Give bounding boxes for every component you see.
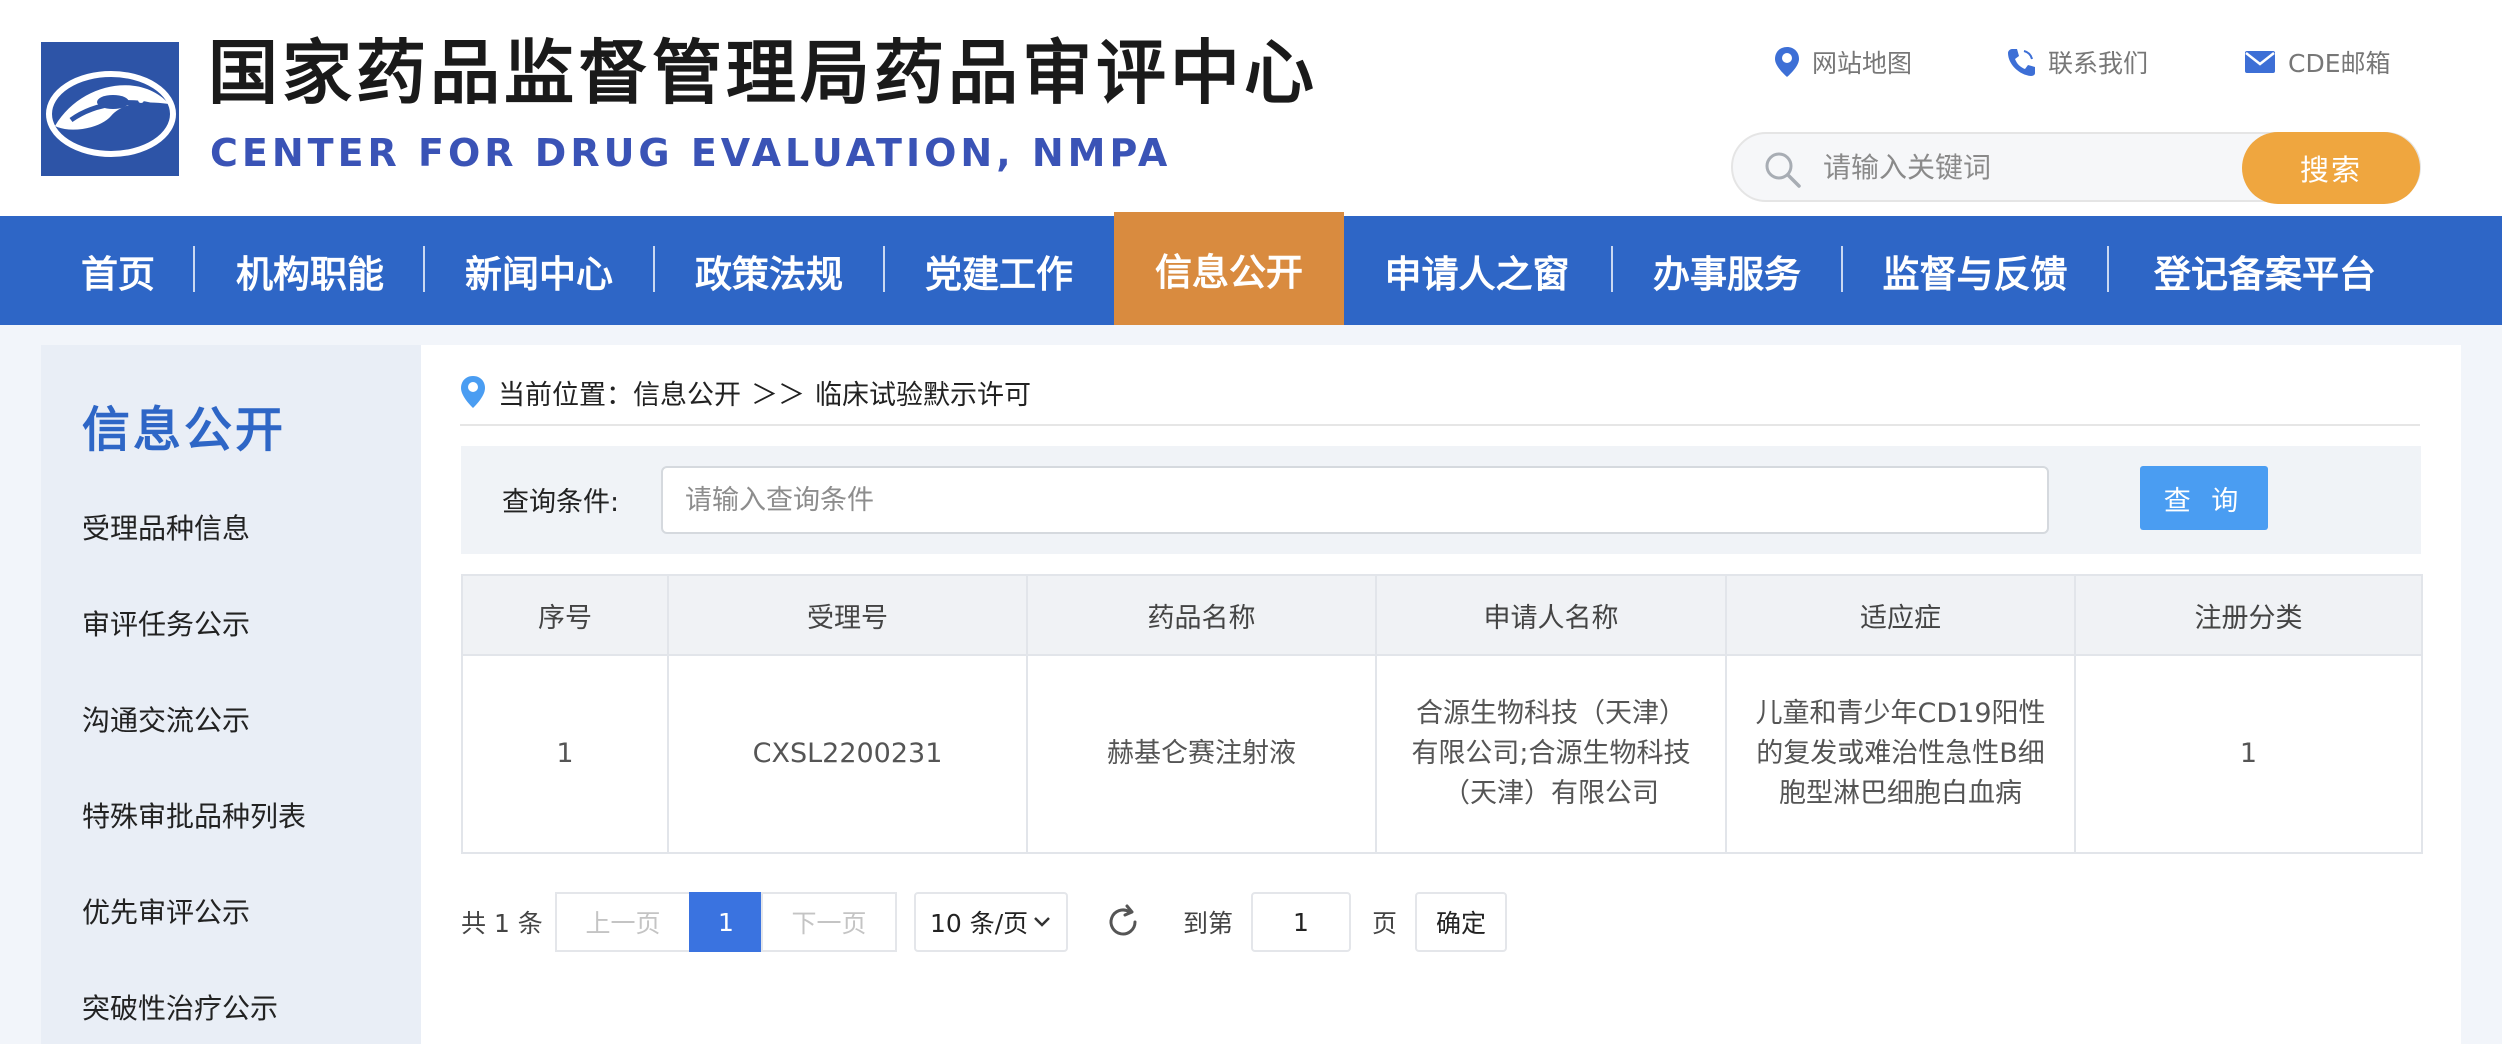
search-icon (1765, 152, 1801, 188)
sidebar-item-special-approval[interactable]: 特殊审批品种列表 (82, 795, 306, 835)
pagination: 共 1 条 上一页 1 下一页 10 条/页 到第 1 页 确定 (461, 892, 1661, 952)
sidebar-title: 信息公开 (82, 402, 287, 458)
refresh-button[interactable] (1103, 892, 1143, 952)
phone-icon (2008, 49, 2035, 76)
nav-separator (653, 246, 655, 292)
page-size-select[interactable]: 10 条/页 (914, 892, 1068, 952)
nav-separator (883, 246, 885, 292)
sidebar-item-review-tasks[interactable]: 审评任务公示 (82, 603, 250, 643)
sidebar: 信息公开 受理品种信息 审评任务公示 沟通交流公示 特殊审批品种列表 优先审评公… (41, 345, 421, 1044)
site-map-label: 网站地图 (1812, 49, 1913, 78)
goto-unit-label: 页 (1372, 909, 1398, 938)
nav-item-policies[interactable]: 政策法规 (656, 216, 882, 325)
nav-item-functions[interactable]: 机构职能 (196, 216, 424, 325)
page-number-current[interactable]: 1 (689, 892, 763, 952)
page-size-value: 10 条/页 (930, 909, 1029, 938)
cde-logo[interactable] (41, 42, 179, 176)
refresh-icon (1109, 904, 1137, 936)
cell-index: 1 (461, 654, 669, 854)
breadcrumb-separator: ＞＞ (751, 379, 805, 411)
sidebar-item-communication[interactable]: 沟通交流公示 (82, 699, 250, 739)
nav-separator (2107, 246, 2109, 292)
sidebar-item-priority-review[interactable]: 优先审评公示 (82, 891, 250, 931)
sidebar-item-breakthrough-therapy[interactable]: 突破性治疗公示 (82, 987, 278, 1027)
cell-registration-class: 1 (2074, 654, 2423, 854)
nav-separator (1611, 246, 1613, 292)
query-button[interactable]: 查 询 (2140, 466, 2268, 530)
nav-separator (423, 246, 425, 292)
site-header: 国家药品监督管理局药品审评中心 CENTER FOR DRUG EVALUATI… (0, 0, 2502, 216)
column-header-applicant: 申请人名称 (1375, 574, 1727, 656)
query-input[interactable] (661, 466, 2049, 534)
cell-indication: 儿童和青少年CD19阳性的复发或难治性急性B细胞型淋巴细胞白血病 (1725, 654, 2076, 854)
cell-drug-name: 赫基仑赛注射液 (1026, 654, 1377, 854)
nav-item-party-building[interactable]: 党建工作 (886, 216, 1112, 325)
nav-item-applicant-window[interactable]: 申请人之窗 (1344, 216, 1610, 325)
column-header-drug-name: 药品名称 (1026, 574, 1377, 656)
nav-item-info-disclosure[interactable]: 信息公开 (1114, 212, 1344, 325)
goto-confirm-button[interactable]: 确定 (1415, 892, 1507, 952)
goto-page-input[interactable]: 1 (1251, 892, 1351, 952)
pagination-total: 共 1 条 (461, 909, 543, 938)
table-header-row: 序号 受理号 药品名称 申请人名称 适应症 注册分类 (461, 574, 2423, 656)
site-title-cn: 国家药品监督管理局药品审评中心 (208, 32, 1318, 114)
query-label: 查询条件: (502, 487, 620, 518)
nav-separator (1841, 246, 1843, 292)
nav-item-news[interactable]: 新闻中心 (426, 216, 652, 325)
nav-item-registration-platform[interactable]: 登记备案平台 (2110, 216, 2420, 325)
contact-us-label: 联系我们 (2048, 49, 2149, 78)
results-table: 序号 受理号 药品名称 申请人名称 适应症 注册分类 1 CXSL2200231… (461, 574, 2423, 854)
nav-item-home[interactable]: 首页 (45, 216, 191, 325)
nav-item-supervision[interactable]: 监督与反馈 (1844, 216, 2106, 325)
goto-label: 到第 (1183, 909, 1234, 938)
prev-page-button[interactable]: 上一页 (555, 892, 691, 952)
column-header-registration-class: 注册分类 (2074, 574, 2423, 656)
nav-separator (193, 246, 195, 292)
chevron-down-icon (1034, 917, 1050, 927)
site-map-link[interactable]: 网站地图 (1774, 44, 1912, 80)
breadcrumb-prefix: 当前位置： (498, 379, 633, 411)
next-page-button[interactable]: 下一页 (761, 892, 897, 952)
nav-item-services[interactable]: 办事服务 (1614, 216, 1840, 325)
mail-icon (2245, 51, 2275, 73)
breadcrumb-divider (460, 424, 2420, 426)
contact-us-link[interactable]: 联系我们 (2006, 44, 2148, 80)
map-pin-icon (1775, 47, 1799, 77)
table-row[interactable]: 1 CXSL2200231 赫基仑赛注射液 合源生物科技（天津）有限公司;合源生… (461, 654, 2423, 854)
column-header-indication: 适应症 (1725, 574, 2076, 656)
breadcrumb-current: 临床试验默示许可 (815, 379, 1031, 411)
site-search-button[interactable]: 搜索 (2242, 132, 2420, 204)
cell-acceptance-no: CXSL2200231 (667, 654, 1028, 854)
cell-applicant: 合源生物科技（天津）有限公司;合源生物科技（天津）有限公司 (1375, 654, 1727, 854)
column-header-acceptance-no: 受理号 (667, 574, 1028, 656)
breadcrumb: 当前位置： 信息公开 ＞＞ 临床试验默示许可 (460, 372, 1031, 412)
cde-mail-link[interactable]: CDE邮箱 (2244, 44, 2391, 80)
location-pin-icon (461, 376, 485, 408)
column-header-index: 序号 (461, 574, 669, 656)
site-title-en: CENTER FOR DRUG EVALUATION, NMPA (210, 131, 1172, 175)
cde-mail-label: CDE邮箱 (2288, 49, 2391, 78)
sidebar-item-accepted-varieties[interactable]: 受理品种信息 (82, 507, 250, 547)
cde-logo-emblem-icon (41, 42, 179, 176)
breadcrumb-section[interactable]: 信息公开 (633, 373, 741, 412)
main-nav: 首页 机构职能 新闻中心 政策法规 党建工作 信息公开 申请人之窗 办事服务 监… (0, 212, 2502, 325)
site-search-input[interactable] (1823, 144, 2263, 190)
